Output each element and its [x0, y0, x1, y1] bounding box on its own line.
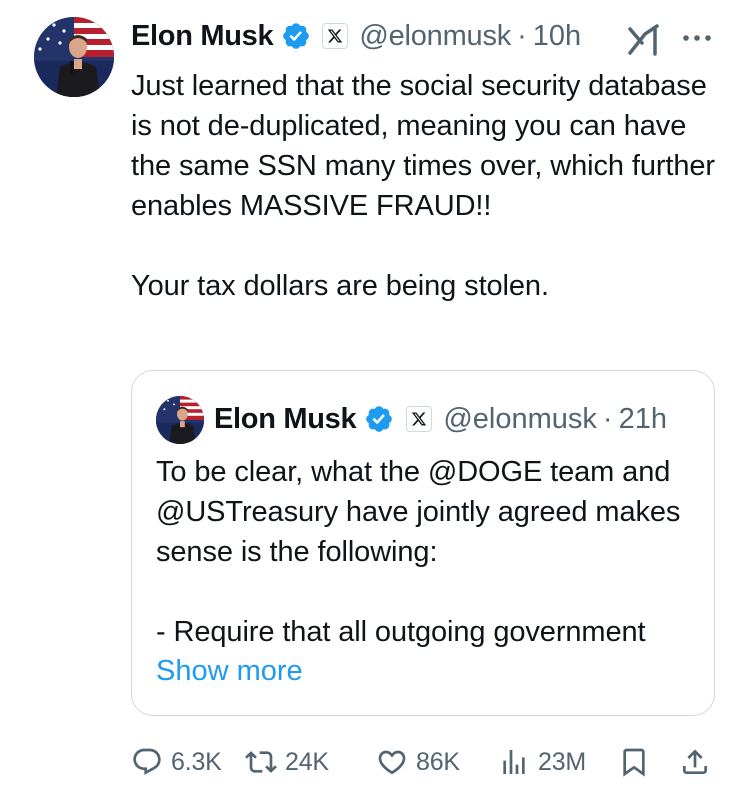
- views-button[interactable]: 23M: [498, 742, 586, 782]
- bookmark-button[interactable]: [618, 742, 650, 782]
- x-logo-icon: [328, 29, 343, 43]
- x-logo-icon: [412, 412, 427, 426]
- author-name[interactable]: Elon Musk: [131, 20, 274, 53]
- bookmark-icon: [623, 748, 645, 777]
- share-button[interactable]: [679, 742, 711, 782]
- like-count: 86K: [416, 747, 460, 776]
- author-handle[interactable]: @elonmusk: [359, 20, 511, 53]
- share-icon: [683, 749, 707, 774]
- quoted-tweet-text: To be clear, what the @DOGE team and @US…: [156, 456, 681, 648]
- quoted-author-avatar[interactable]: [156, 396, 204, 444]
- repost-icon: [245, 751, 277, 773]
- tweet-timestamp[interactable]: 10h: [533, 20, 581, 53]
- separator-dot: ·: [517, 19, 527, 52]
- views-count: 23M: [538, 747, 587, 776]
- grok-icon[interactable]: [627, 22, 665, 58]
- reply-count: 6.3K: [171, 747, 222, 776]
- repost-button[interactable]: 24K: [245, 742, 329, 782]
- reply-button[interactable]: 6.3K: [131, 742, 222, 782]
- like-icon: [378, 750, 406, 775]
- repost-count: 24K: [285, 747, 329, 776]
- tweet-text: Just learned that the social security da…: [131, 70, 715, 302]
- separator-dot: ·: [602, 402, 613, 435]
- x-affiliate-badge[interactable]: [322, 23, 349, 49]
- more-options-icon[interactable]: [681, 28, 713, 48]
- author-avatar[interactable]: [34, 17, 114, 97]
- quoted-tweet[interactable]: Elon Musk @elonmusk · 21h To be clear, w…: [131, 370, 715, 716]
- quoted-author-handle[interactable]: @elonmusk: [443, 403, 597, 436]
- verified-badge-icon[interactable]: [281, 21, 311, 51]
- quoted-author-name[interactable]: Elon Musk: [214, 403, 357, 436]
- views-icon: [503, 750, 525, 774]
- avatar-image: [156, 396, 204, 444]
- x-affiliate-badge[interactable]: [406, 406, 433, 432]
- like-button[interactable]: 86K: [376, 742, 460, 782]
- quoted-tweet-header: Elon Musk @elonmusk · 21h: [214, 399, 667, 439]
- tweet[interactable]: Elon Musk @elonmusk · 10h Just learned t…: [0, 0, 750, 791]
- avatar-image: [34, 17, 114, 97]
- reply-icon: [133, 748, 161, 775]
- verified-badge-icon[interactable]: [364, 404, 394, 434]
- tweet-action-bar: 6.3K 24K 86K 23M: [131, 742, 721, 782]
- quoted-tweet-timestamp[interactable]: 21h: [619, 403, 667, 436]
- show-more-link[interactable]: Show more: [156, 651, 303, 691]
